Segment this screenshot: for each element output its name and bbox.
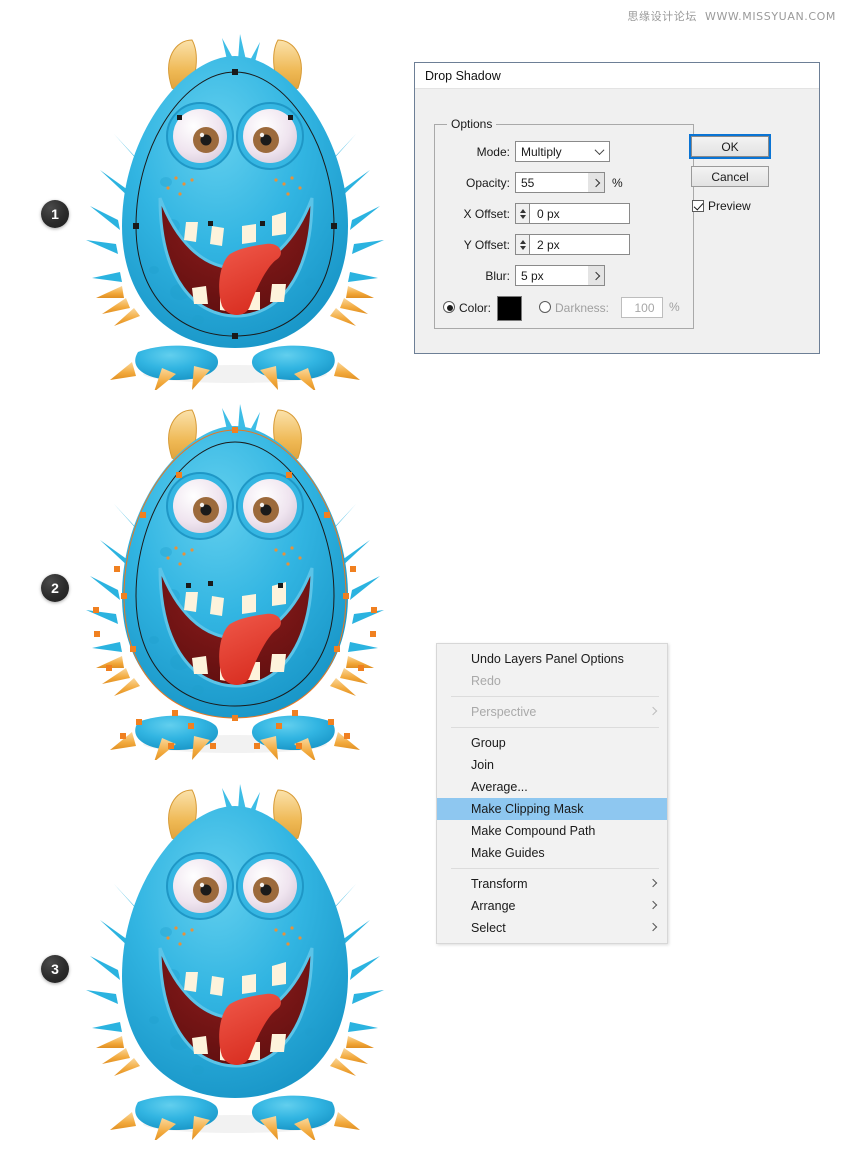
menu-item-label: Undo Layers Panel Options xyxy=(471,652,624,666)
y-offset-input[interactable]: 2 px xyxy=(515,234,630,255)
menu-item-label: Average... xyxy=(471,780,528,794)
color-radio-icon[interactable] xyxy=(443,301,455,313)
menu-item-undo-layers-panel-options[interactable]: Undo Layers Panel Options xyxy=(437,648,667,670)
menu-item-label: Select xyxy=(471,921,506,935)
menu-item-label: Perspective xyxy=(471,705,537,719)
blur-value: 5 px xyxy=(521,268,544,283)
y-offset-value: 2 px xyxy=(537,237,560,252)
preview-checkbox[interactable] xyxy=(692,200,704,212)
darkness-radio-icon[interactable] xyxy=(539,301,551,313)
preview-checkbox-row[interactable]: Preview xyxy=(692,199,751,213)
darkness-label: Darkness: xyxy=(555,301,610,315)
drop-shadow-dialog: Drop Shadow Options Mode: Multiply Opaci… xyxy=(414,62,820,354)
monster-illustration-step-3 xyxy=(80,780,390,1140)
chevron-right-icon xyxy=(648,706,658,716)
menu-separator xyxy=(451,696,659,697)
color-swatch[interactable] xyxy=(497,296,522,321)
menu-item-label: Arrange xyxy=(471,899,516,913)
step-badge-1: 1 xyxy=(41,200,69,228)
darkness-input: 100 xyxy=(621,297,663,318)
opacity-label: Opacity: xyxy=(465,176,510,190)
mode-select[interactable]: Multiply xyxy=(515,141,610,162)
darkness-radio[interactable] xyxy=(539,300,551,314)
x-offset-value: 0 px xyxy=(537,206,560,221)
chevron-right-icon xyxy=(648,878,658,888)
menu-item-make-guides[interactable]: Make Guides xyxy=(437,842,667,864)
menu-item-make-clipping-mask[interactable]: Make Clipping Mask xyxy=(437,798,667,820)
blur-label: Blur: xyxy=(485,269,510,283)
menu-item-label: Make Guides xyxy=(471,846,545,860)
opacity-dropdown-icon[interactable] xyxy=(588,173,604,192)
monster-illustration-step-1 xyxy=(80,30,390,390)
menu-item-average[interactable]: Average... xyxy=(437,776,667,798)
menu-item-arrange[interactable]: Arrange xyxy=(437,895,667,917)
menu-item-make-compound-path[interactable]: Make Compound Path xyxy=(437,820,667,842)
opacity-value: 55 xyxy=(521,175,535,190)
dialog-title: Drop Shadow xyxy=(415,63,819,89)
blur-dropdown-icon[interactable] xyxy=(588,266,604,285)
chevron-right-icon xyxy=(648,922,658,932)
menu-item-redo: Redo xyxy=(437,670,667,692)
mode-value: Multiply xyxy=(521,144,562,159)
darkness-unit: % xyxy=(669,300,680,314)
x-offset-label: X Offset: xyxy=(463,207,510,221)
menu-item-label: Join xyxy=(471,758,494,772)
watermark-url: WWW.MISSYUAN.COM xyxy=(704,10,836,23)
darkness-value: 100 xyxy=(634,300,655,315)
menu-item-select[interactable]: Select xyxy=(437,917,667,939)
color-radio[interactable] xyxy=(443,300,455,314)
opacity-input[interactable]: 55 xyxy=(515,172,605,193)
color-label: Color: xyxy=(459,301,492,315)
y-offset-label: Y Offset: xyxy=(463,238,510,252)
context-menu[interactable]: Undo Layers Panel Options Redo Perspective… xyxy=(436,643,668,944)
x-offset-stepper[interactable] xyxy=(516,204,530,223)
y-offset-stepper[interactable] xyxy=(516,235,530,254)
watermark-cn: 思缘设计论坛 xyxy=(627,10,697,23)
step-badge-3: 3 xyxy=(41,955,69,983)
options-group-legend: Options xyxy=(447,117,497,131)
cancel-button[interactable]: Cancel xyxy=(691,166,769,187)
menu-item-label: Group xyxy=(471,736,506,750)
menu-separator xyxy=(451,868,659,869)
monster-illustration-step-2 xyxy=(80,400,390,760)
chevron-right-icon xyxy=(648,900,658,910)
menu-item-group[interactable]: Group xyxy=(437,732,667,754)
opacity-unit: % xyxy=(612,176,623,190)
menu-item-join[interactable]: Join xyxy=(437,754,667,776)
menu-item-perspective: Perspective xyxy=(437,701,667,723)
options-group: Options Mode: Multiply Opacity: 55 % X O… xyxy=(434,117,694,329)
menu-item-label: Transform xyxy=(471,877,528,891)
menu-item-label: Redo xyxy=(471,674,501,688)
menu-item-label: Make Compound Path xyxy=(471,824,596,838)
ok-button[interactable]: OK xyxy=(689,134,771,159)
x-offset-input[interactable]: 0 px xyxy=(515,203,630,224)
step-badge-2: 2 xyxy=(41,574,69,602)
watermark: 思缘设计论坛 WWW.MISSYUAN.COM xyxy=(627,8,836,24)
menu-item-label: Make Clipping Mask xyxy=(471,802,584,816)
mode-label: Mode: xyxy=(476,145,510,159)
menu-separator xyxy=(451,727,659,728)
menu-item-transform[interactable]: Transform xyxy=(437,873,667,895)
preview-label: Preview xyxy=(708,199,751,213)
chevron-down-icon[interactable] xyxy=(590,142,609,161)
blur-input[interactable]: 5 px xyxy=(515,265,605,286)
